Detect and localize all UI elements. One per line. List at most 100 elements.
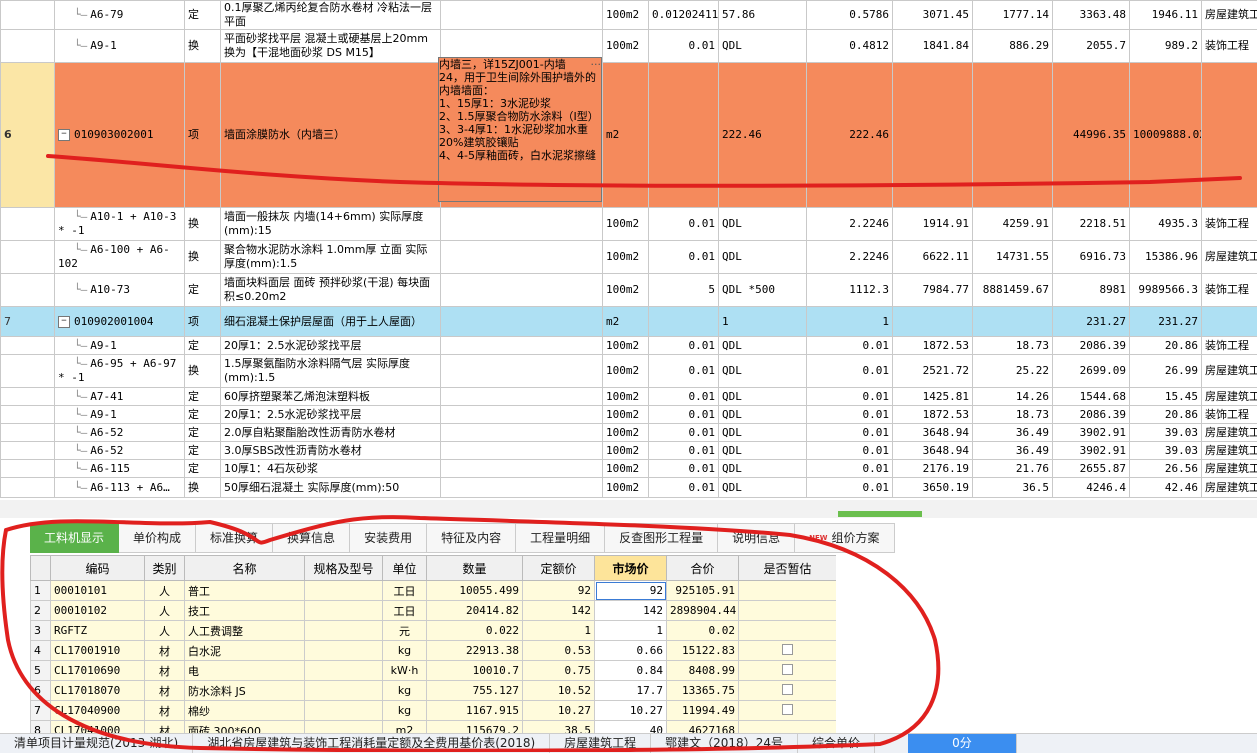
resource-total[interactable]: 11994.49 [667,701,739,721]
row-number[interactable]: 4 [31,641,51,661]
row-index[interactable] [1,274,55,307]
quantity[interactable]: 0.4812 [807,30,893,63]
resource-name[interactable]: 面砖 300*600 [185,721,305,734]
resource-name[interactable]: 普工 [185,581,305,601]
total-price[interactable]: 36.5 [973,478,1053,498]
column-header[interactable]: 数量 [427,556,523,581]
row-number[interactable]: 1 [31,581,51,601]
provisional-estimate-cell[interactable] [739,581,837,601]
feature-cell[interactable] [441,355,603,388]
item-unit[interactable]: m2 [603,63,649,208]
quota-row[interactable]: └—A10-1 + A10-3 * -1换墙面一般抹灰 内墙(14+6mm) 实… [1,208,1257,241]
item-code[interactable]: └—A6-52 [55,424,185,442]
quantity-expression[interactable]: 1 [719,307,807,337]
resource-quantity[interactable]: 0.022 [427,621,523,641]
quantity-expression[interactable]: 222.46 [719,63,807,208]
resource-name[interactable]: 电 [185,661,305,681]
feature-cell[interactable] [441,274,603,307]
item-name[interactable]: 20厚1：2.5水泥砂浆找平层 [221,406,441,424]
composite-unit-price[interactable]: 2086.39 [1053,406,1130,424]
quota-price[interactable]: 0.53 [523,641,595,661]
ellipsis-button[interactable]: ··· [591,58,602,71]
unit-price[interactable]: 3648.94 [893,442,973,460]
coefficient[interactable] [649,63,719,208]
resource-spec[interactable] [305,701,383,721]
quota-row[interactable]: └—A6-52定2.0厚自粘聚酯胎改性沥青防水卷材100m20.01QDL0.0… [1,424,1257,442]
resource-row[interactable]: 5CL17010690材电kW·h10010.70.750.848408.99 [31,661,837,681]
item-code[interactable]: └—A9-1 [55,30,185,63]
resource-code[interactable]: CL17018070 [51,681,145,701]
resource-spec[interactable] [305,681,383,701]
composite-unit-price[interactable]: 2086.39 [1053,337,1130,355]
resource-code[interactable]: CL17040900 [51,701,145,721]
profession[interactable]: 房屋建筑工 [1202,442,1257,460]
quota-row[interactable]: └—A10-73定墙面块料面层 面砖 预拌砂浆(干混) 每块面积≤0.20m21… [1,274,1257,307]
item-type[interactable]: 定 [185,442,221,460]
quantity[interactable]: 0.01 [807,478,893,498]
unit-price[interactable]: 3650.19 [893,478,973,498]
composite-total[interactable]: 4935.3 [1130,208,1202,241]
item-type[interactable]: 换 [185,208,221,241]
provisional-checkbox[interactable] [782,644,793,655]
coefficient[interactable]: 5 [649,274,719,307]
resource-spec[interactable] [305,621,383,641]
quantity[interactable]: 0.01 [807,424,893,442]
resource-quantity[interactable]: 1167.915 [427,701,523,721]
feature-cell[interactable] [441,241,603,274]
coefficient[interactable]: 0.01 [649,442,719,460]
resource-spec[interactable] [305,661,383,681]
item-name[interactable]: 60厚挤塑聚苯乙烯泡沫塑料板 [221,388,441,406]
resource-category[interactable]: 人 [145,621,185,641]
composite-unit-price[interactable]: 2699.09 [1053,355,1130,388]
composite-total[interactable]: 42.46 [1130,478,1202,498]
row-index[interactable] [1,241,55,274]
column-header[interactable]: 是否暂估 [739,556,837,581]
resource-code[interactable]: RGFTZ [51,621,145,641]
provisional-estimate-cell[interactable] [739,681,837,701]
item-type[interactable]: 定 [185,337,221,355]
feature-cell[interactable] [441,307,603,337]
total-price[interactable]: 8881459.67 [973,274,1053,307]
composite-unit-price[interactable]: 1544.68 [1053,388,1130,406]
profession[interactable] [1202,307,1257,337]
quantity-expression[interactable]: 57.86 [719,1,807,30]
item-code[interactable]: └—A6-95 + A6-97 * -1 [55,355,185,388]
resource-quantity[interactable]: 755.127 [427,681,523,701]
profession[interactable]: 装饰工程 [1202,274,1257,307]
provisional-checkbox[interactable] [782,664,793,675]
quota-price[interactable]: 142 [523,601,595,621]
provisional-estimate-cell[interactable] [739,601,837,621]
item-unit[interactable]: m2 [603,307,649,337]
item-type[interactable]: 项 [185,63,221,208]
profession[interactable]: 装饰工程 [1202,337,1257,355]
tab-7[interactable]: 反查图形工程量 [605,523,718,553]
composite-total[interactable]: 26.99 [1130,355,1202,388]
quantity[interactable]: 0.01 [807,460,893,478]
quantity-expression[interactable]: QDL [719,388,807,406]
feature-cell[interactable] [441,388,603,406]
provisional-estimate-cell[interactable] [739,621,837,641]
composite-total[interactable]: 15386.96 [1130,241,1202,274]
item-name[interactable]: 20厚1：2.5水泥砂浆找平层 [221,337,441,355]
resource-spec[interactable] [305,581,383,601]
row-number[interactable]: 6 [31,681,51,701]
tab-1[interactable]: 单价构成 [119,523,196,553]
resource-row[interactable]: 7CL17040900材棉纱kg1167.91510.2710.2711994.… [31,701,837,721]
item-code[interactable]: └—A9-1 [55,337,185,355]
resource-spec[interactable] [305,641,383,661]
resource-unit[interactable]: kg [383,641,427,661]
item-unit[interactable]: 100m2 [603,30,649,63]
quota-row[interactable]: └—A9-1换平面砂浆找平层 混凝土或硬基层上20mm 换为【干混地面砂浆 DS… [1,30,1257,63]
resource-total[interactable]: 13365.75 [667,681,739,701]
quota-price[interactable]: 92 [523,581,595,601]
quantity[interactable]: 222.46 [807,63,893,208]
item-unit[interactable]: 100m2 [603,208,649,241]
resource-unit[interactable]: 工日 [383,601,427,621]
collapse-toggle-icon[interactable]: − [58,129,70,141]
quantity-expression[interactable]: QDL [719,424,807,442]
tab-6[interactable]: 工程量明细 [516,523,605,553]
tab-2[interactable]: 标准换算 [196,523,273,553]
unit-price[interactable]: 1425.81 [893,388,973,406]
row-number[interactable]: 5 [31,661,51,681]
feature-description-cell[interactable]: ···内墙三，详15ZJ001-内墙24，用于卫生间除外围护墙外的内墙墙面： 1… [438,57,602,202]
